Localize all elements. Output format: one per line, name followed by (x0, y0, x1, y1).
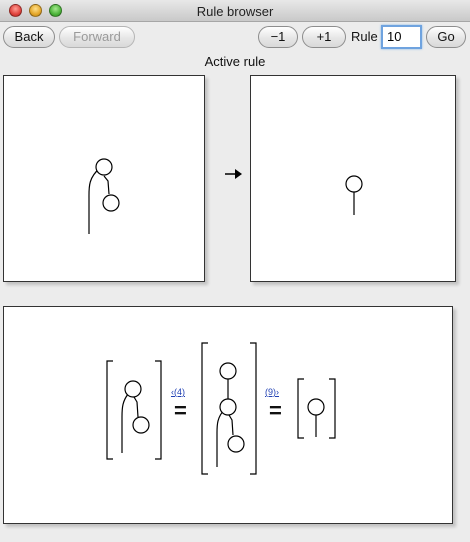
lhs-lower-node (102, 194, 120, 212)
term2-middle-node (219, 398, 237, 416)
lhs-upper-node (95, 158, 113, 176)
rule-browser-window: Rule browser Back Forward −1 +1 Rule 10 … (0, 0, 470, 542)
back-button[interactable]: Back (3, 26, 55, 48)
rule-number-input[interactable]: 10 (381, 25, 422, 49)
rule-rhs-diagram (345, 175, 363, 215)
previous-step-link[interactable]: ‹(4) (171, 387, 185, 397)
rhs-node (345, 175, 363, 193)
previous-rule-button[interactable]: −1 (258, 26, 298, 48)
term2-top-node (219, 362, 237, 380)
toolbar: Back Forward −1 +1 Rule 10 Go (0, 22, 470, 50)
term2-strand (216, 408, 226, 467)
next-rule-button[interactable]: +1 (302, 26, 346, 48)
go-button[interactable]: Go (426, 26, 466, 48)
term1-right-bracket (155, 360, 162, 460)
rule-lhs-panel (3, 75, 205, 282)
lhs-strand (88, 167, 101, 234)
term1-left-bracket (106, 360, 113, 460)
rule-rhs-panel (250, 75, 456, 282)
window-title: Rule browser (196, 4, 274, 19)
lhs-link (103, 175, 110, 195)
term2-left-bracket (201, 342, 208, 475)
term1-link (133, 396, 139, 418)
term3-left-bracket (297, 378, 304, 439)
rewrite-arrow-icon (224, 168, 244, 180)
rule-label: Rule (351, 29, 378, 44)
next-step-link[interactable]: (9)› (265, 387, 279, 397)
rule-lhs-diagram (88, 158, 120, 234)
term2-right-bracket (250, 342, 257, 475)
term1-upper-node (124, 380, 142, 398)
term1-strand (121, 391, 131, 453)
equals-sign-1: = (174, 398, 187, 423)
term2-lower-link (228, 414, 234, 436)
term3-right-bracket (329, 378, 336, 439)
forward-button[interactable]: Forward (59, 26, 135, 48)
derivation-diagram (106, 342, 336, 475)
term1-lower-node (132, 416, 150, 434)
equals-sign-2: = (269, 398, 282, 423)
term3-node (307, 398, 325, 416)
title-bar: Rule browser (0, 0, 470, 22)
derivation-panel: ‹(4) = (9)› = (3, 306, 453, 524)
active-rule-heading: Active rule (204, 54, 266, 69)
term2-bottom-node (227, 435, 245, 453)
